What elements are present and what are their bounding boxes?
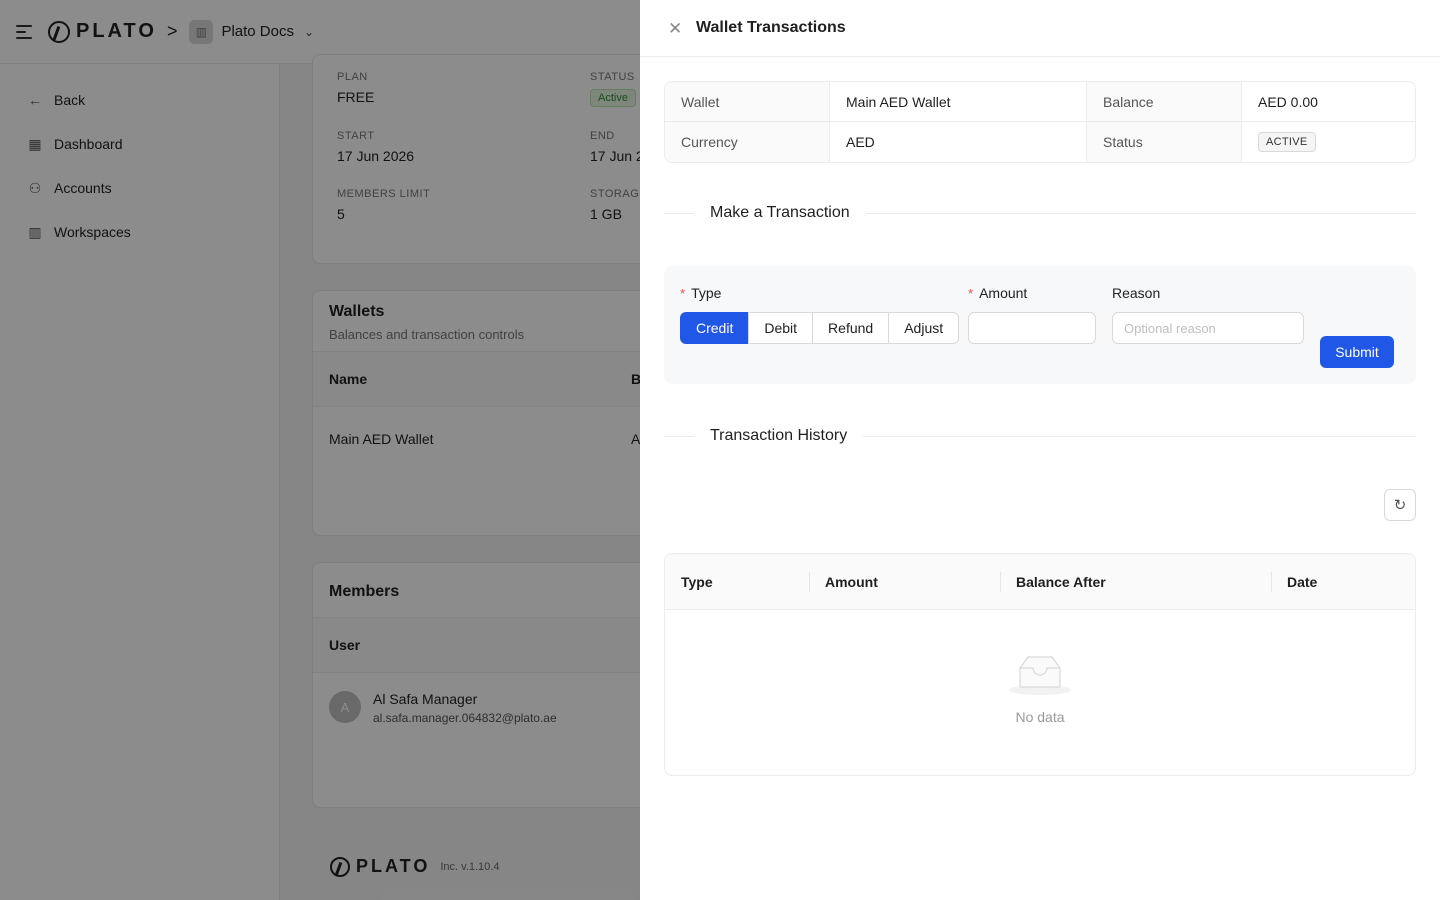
amount-label: * Amount [968,285,1027,301]
details-row: Currency AED Status ACTIVE [665,122,1415,162]
col-balance-after: Balance After [1000,554,1271,609]
empty-inbox-icon [1009,656,1071,695]
submit-button[interactable]: Submit [1320,336,1394,368]
drawer-header: ✕ Wallet Transactions [640,0,1440,57]
balance-label: Balance [1087,82,1242,121]
type-label-text: Type [691,285,722,301]
amount-label-text: Amount [979,285,1028,301]
make-transaction-heading: Make a Transaction [710,204,850,221]
amount-input[interactable] [968,312,1096,344]
transaction-history-table: Type Amount Balance After Date No data [664,553,1416,776]
type-label: * Type [680,285,721,301]
wallet-label: Wallet [665,82,830,121]
type-option-credit[interactable]: Credit [680,312,750,344]
col-date: Date [1271,554,1415,609]
currency-label: Currency [665,122,830,162]
type-option-refund[interactable]: Refund [812,312,890,344]
type-segmented-control: Credit Debit Refund Adjust [680,312,960,344]
wallet-value: Main AED Wallet [830,82,1087,121]
col-amount: Amount [809,554,1000,609]
drawer-title: Wallet Transactions [696,19,846,36]
col-type: Type [681,573,713,590]
transaction-history-divider: Transaction History [664,426,1416,446]
transaction-form: * Type Credit Debit Refund Adjust * Amount… [664,266,1416,384]
details-row: Wallet Main AED Wallet Balance AED 0.00 [665,82,1415,122]
refresh-button[interactable]: ↻ [1384,489,1416,521]
balance-value: AED 0.00 [1258,93,1318,110]
status-label: Status [1087,122,1242,162]
empty-state: No data [665,654,1415,725]
currency-value: AED [830,122,1087,162]
reason-label: Reason [1112,285,1161,301]
close-icon[interactable]: ✕ [668,20,684,37]
reason-input[interactable]: Optional reason [1112,312,1304,344]
wallet-details: Wallet Main AED Wallet Balance AED 0.00 … [664,81,1416,163]
required-marker: * [680,286,686,301]
type-option-adjust[interactable]: Adjust [888,312,960,344]
transaction-history-heading: Transaction History [710,427,848,444]
type-option-debit[interactable]: Debit [748,312,814,344]
table-header: Type Amount Balance After Date [665,554,1415,610]
wallet-transactions-drawer: ✕ Wallet Transactions Wallet Main AED Wa… [640,0,1440,900]
status-badge: ACTIVE [1258,132,1316,152]
status-cell: ACTIVE [1242,122,1415,162]
empty-text: No data [1015,709,1065,725]
required-marker: * [968,286,974,301]
refresh-icon: ↻ [1393,497,1407,514]
make-transaction-divider: Make a Transaction [664,203,1416,223]
